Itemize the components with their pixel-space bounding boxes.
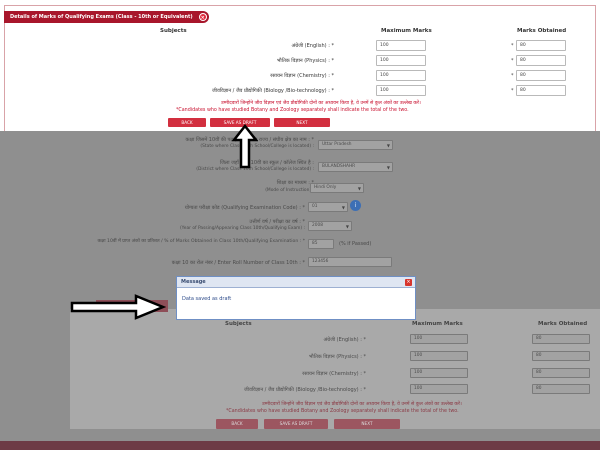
- chevron-down-icon: ▼: [345, 224, 349, 229]
- annotation-arrow-right-icon: [70, 294, 166, 320]
- passing-year-select[interactable]: 2008 ▼: [308, 221, 352, 231]
- note-hindi: उम्मीदवारों जिन्होंने जीव विज्ञान एवं जै…: [221, 101, 421, 106]
- close-icon[interactable]: ×: [405, 279, 412, 286]
- biology-max-marks-input[interactable]: 100: [376, 85, 426, 96]
- note-hindi: उम्मीदवारों जिन्होंने जीव विज्ञान एवं जै…: [262, 402, 462, 407]
- english-obtained-input[interactable]: 80: [516, 40, 566, 51]
- biology-label: जीवविज्ञान / जैव प्रौद्योगिकी (Biology /…: [243, 387, 366, 393]
- district-select-value: BULANDSHAHR: [322, 164, 356, 169]
- physics-obtained-input[interactable]: 80: [516, 55, 566, 66]
- biology-obtained-input[interactable]: 80: [532, 384, 590, 394]
- english-obtained-input[interactable]: 80: [532, 334, 590, 344]
- roll-number-input[interactable]: 123456: [308, 257, 392, 267]
- marks-obtained-header: Marks Obtained: [538, 321, 588, 327]
- qualifying-code-select-value: 01: [312, 204, 318, 209]
- biology-obtained-input[interactable]: 80: [516, 85, 566, 96]
- required-star: *: [511, 88, 514, 94]
- marks-obtained-header: Marks Obtained: [517, 28, 567, 34]
- district-select[interactable]: BULANDSHAHR ▼: [318, 162, 393, 172]
- english-max-marks-input[interactable]: 100: [376, 40, 426, 51]
- instruction-select-value: Hindi Only: [314, 185, 337, 190]
- close-icon[interactable]: ×: [198, 13, 207, 21]
- chevron-down-icon: ▼: [386, 165, 390, 170]
- marks-panel: [4, 5, 596, 133]
- chemistry-label: रसायन विज्ञान (Chemistry) : *: [302, 371, 366, 377]
- chevron-down-icon: ▼: [386, 143, 390, 148]
- biology-label: जीवविज्ञान / जैव प्रौद्योगिकी (Biology /…: [211, 88, 334, 94]
- percentage-suffix: (% if Passed): [339, 241, 372, 247]
- state-select[interactable]: Uttar Pradesh ▼: [318, 140, 393, 150]
- english-label: अंग्रेजी (English) : *: [323, 337, 366, 343]
- max-marks-header: Maximum Marks: [412, 321, 463, 327]
- annotation-arrow-up-icon: [232, 124, 258, 169]
- qualifying-code-select[interactable]: 01 ▼: [308, 202, 348, 212]
- qualifying-code-label: योग्यता परीक्षा कोड (Qualifying Examinat…: [184, 205, 305, 211]
- required-star: *: [511, 43, 514, 49]
- chemistry-max-marks-input[interactable]: 100: [376, 70, 426, 81]
- passing-year-select-value: 2008: [312, 223, 323, 228]
- dialog-message: Data saved as draft: [182, 296, 232, 302]
- chemistry-label: रसायन विज्ञान (Chemistry) : *: [270, 73, 334, 79]
- chemistry-max-marks-input[interactable]: 100: [410, 368, 468, 378]
- roll-number-label: कक्षा 10 का रोल नंबर / Enter Roll Number…: [171, 260, 305, 266]
- marks-panel-title: Details of Marks of Qualifying Exams (Cl…: [10, 14, 193, 20]
- chemistry-obtained-input[interactable]: 80: [532, 368, 590, 378]
- biology-max-marks-input[interactable]: 100: [410, 384, 468, 394]
- chemistry-obtained-input[interactable]: 80: [516, 70, 566, 81]
- passing-year-sub-label: (Year of Passing/Appearing Class 10th/Qu…: [179, 226, 305, 231]
- save-as-draft-button[interactable]: SAVE AS DRAFT: [264, 419, 328, 429]
- instruction-sub-label: (Mode of Instruction) :: [265, 188, 314, 193]
- required-star: *: [511, 73, 514, 79]
- subjects-header: Subjects: [225, 321, 252, 327]
- message-dialog: Message × Data saved as draft: [176, 276, 416, 320]
- dialog-title-bar: Message ×: [177, 277, 415, 288]
- english-label: अंग्रेजी (English) : *: [291, 43, 334, 49]
- page-footer-bar: [0, 441, 600, 450]
- next-button[interactable]: NEXT: [334, 419, 400, 429]
- next-button[interactable]: NEXT: [274, 118, 330, 127]
- percentage-label: कक्षा 10वीं में प्राप्त अंकों का प्रतिशत…: [97, 239, 305, 244]
- english-max-marks-input[interactable]: 100: [410, 334, 468, 344]
- required-star: *: [511, 58, 514, 64]
- percentage-input[interactable]: 85: [308, 239, 334, 249]
- marks-panel-title-tab: Details of Marks of Qualifying Exams (Cl…: [4, 11, 209, 23]
- instruction-select[interactable]: Hindi Only ▼: [310, 183, 364, 193]
- note-english: *Candidates who have studied Botany and …: [226, 409, 459, 414]
- info-icon[interactable]: i: [350, 200, 361, 211]
- chevron-down-icon: ▼: [341, 205, 345, 210]
- max-marks-header: Maximum Marks: [381, 28, 432, 34]
- state-select-value: Uttar Pradesh: [322, 142, 352, 147]
- note-english: *Candidates who have studied Botany and …: [176, 108, 409, 113]
- instruction-label: शिक्षा का माध्यम : *: [276, 180, 314, 186]
- chevron-down-icon: ▼: [357, 186, 361, 191]
- back-button[interactable]: BACK: [216, 419, 258, 429]
- back-button[interactable]: BACK: [168, 118, 206, 127]
- physics-label: भौतिक विज्ञान (Physics) : *: [276, 58, 334, 64]
- dialog-title: Message: [181, 279, 206, 285]
- physics-label: भौतिक विज्ञान (Physics) : *: [308, 354, 366, 360]
- physics-max-marks-input[interactable]: 100: [376, 55, 426, 66]
- passing-year-label: उत्तीर्ण वर्ष / परीक्षा का वर्ष : *: [249, 219, 305, 225]
- physics-obtained-input[interactable]: 80: [532, 351, 590, 361]
- subjects-header: Subjects: [160, 28, 187, 34]
- physics-max-marks-input[interactable]: 100: [410, 351, 468, 361]
